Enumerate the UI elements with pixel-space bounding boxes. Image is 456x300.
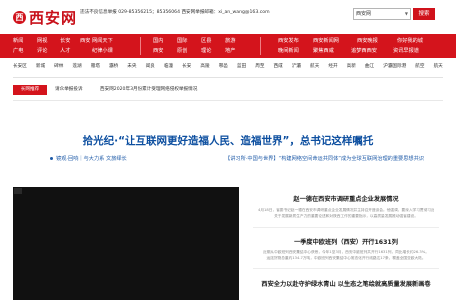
nav-item[interactable]: 网视 [37,38,47,45]
notice-bar: 长网推荐 请众举报投诉 西安网2020年3月份累计受理网络侵权举报情况 [13,85,443,95]
report-info: 违法不良信息举报 029-85356215；85356064 西安网举报邮箱：x… [80,9,270,16]
nav-item[interactable]: 广电 [13,48,23,55]
divider [253,268,439,269]
city-link[interactable]: 高新 [347,63,356,71]
news-title[interactable]: 赵一德在西安市调研重点企业发展情况 [246,195,446,204]
nav-item[interactable]: 新闻 [13,38,23,45]
city-link[interactable]: 临潼 [164,63,173,71]
nav-item[interactable]: 旅游 [225,38,235,45]
search-button[interactable]: 搜索 [413,8,435,20]
video-player[interactable] [13,187,239,300]
chevron-down-icon: ▼ [404,11,408,16]
logo-mark-icon: 西 [13,10,26,24]
nav-item[interactable]: 追梦西西安 [351,48,377,55]
logo-text: 西安网 [29,8,78,27]
notice-link[interactable]: 西安网2020年3月份累计受理网络侵权举报情况 [100,85,197,95]
city-link[interactable]: 鄠邑 [219,63,228,71]
search-scope-value: 西安网 [356,11,372,17]
nav-item[interactable]: 西安发布 [278,38,299,45]
city-link[interactable]: 沪灞国际港 [383,63,406,71]
city-link[interactable]: 未央 [127,63,136,71]
news-summary: 近期从中欧班列西安集结中心获悉，今年1至3月，西安中欧班列共开行1631列，同比… [263,250,429,254]
nav-item[interactable]: 纪律小课 [92,48,113,55]
video-thumbnail-icon [14,188,22,194]
news-title[interactable]: 西安全力以赴守护绿水青山 以生态之笔绘就高质量发展新画卷 [246,280,446,289]
city-link[interactable]: 灞桥 [109,63,118,71]
nav-item[interactable]: 资讯早报道 [393,48,419,55]
nav-item[interactable]: 人才 [60,48,70,55]
city-link[interactable]: 经开 [328,63,337,71]
headline-sub-link[interactable]: 【讲习所·中国与世界】“构建网络空间命运共同体”成为全球互联网治理的重要思想共识 [225,155,445,163]
main-nav: 新闻 网视 长安 西安 网闻天下 广电 评论 人才 纪律小课 国内 国际 区县 … [0,34,456,58]
site-logo[interactable]: 西 西安网 [13,7,77,27]
city-link[interactable]: 蓝田 [237,63,246,71]
city-link[interactable]: 航天 [434,63,443,71]
nav-item[interactable]: 你好我的城 [397,38,423,45]
search-scope-select[interactable]: 西安网 ▼ [353,8,411,20]
divider [13,100,443,101]
headline-title[interactable]: 拾光纪·“让互联网更好造福人民、造福世界”，总书记这样嘱托 [0,134,456,148]
city-link[interactable]: 莲湖 [72,63,81,71]
nav-item[interactable]: 聚焦西咸 [313,48,334,55]
nav-item[interactable]: 晚间新闻 [278,48,299,55]
nav-item[interactable]: 国际 [177,38,187,45]
city-link[interactable]: 浐灞 [292,63,301,71]
nav-item[interactable]: 西安 [153,48,163,55]
bullet-icon [50,157,53,160]
nav-item[interactable]: 评论 [37,48,47,55]
news-summary: 4月18日，省委书记赵一德在西安市调研重点企业发展情况并主持召开座谈会。他强调，… [258,208,434,212]
city-link[interactable]: 周至 [255,63,264,71]
report-line: 违法不良信息举报 029-85356215；85356064 西安网举报邮箱：x… [80,10,270,15]
city-link[interactable]: 阎良 [146,63,155,71]
nav-divider [260,37,261,55]
nav-item[interactable]: 西安晚报 [357,38,378,45]
top-bar: 西 西安网 违法不良信息举报 029-85356215；85356064 西安网… [0,0,456,34]
city-link[interactable]: 曲江 [365,63,374,71]
nav-item[interactable]: 区县 [201,38,211,45]
nav-item[interactable]: 西安 [80,38,90,45]
city-link[interactable]: 航空 [415,63,424,71]
city-link[interactable]: 长安 [182,63,191,71]
news-summary: 关于发展新质生产力的重要论述和对陕西工作的重要指示，以高质量发展推动强省建设。 [274,214,418,218]
city-link[interactable]: 航天 [310,63,319,71]
news-summary: 运送货物总重约134.7万吨，中欧班列西安集结中心常态化开行线路达17条，覆盖全… [266,256,426,260]
city-link[interactable]: 雁塔 [91,63,100,71]
city-link[interactable]: 高陵 [200,63,209,71]
city-strip: 长安区 新城 碑林 莲湖 雁塔 灞桥 未央 阎良 临潼 长安 高陵 鄠邑 蓝田 … [13,63,443,71]
nav-item[interactable]: 原创 [177,48,187,55]
city-link[interactable]: 碑林 [54,63,63,71]
notice-tag: 长网推荐 [13,85,47,95]
nav-item[interactable]: 地产 [225,48,235,55]
notice-link[interactable]: 请众举报投诉 [55,85,83,95]
city-link[interactable]: 新城 [36,63,45,71]
nav-item[interactable]: 理论 [201,48,211,55]
headline-sub-link[interactable]: 镜观·回响｜与大力系 文旅绎长 [56,155,127,163]
nav-item[interactable]: 长安 [60,38,70,45]
city-link[interactable]: 长安区 [13,63,27,71]
nav-divider [140,37,141,55]
city-link[interactable]: 西咸 [274,63,283,71]
nav-item[interactable]: 西安新闻网 [313,38,339,45]
divider [13,77,443,78]
news-title[interactable]: 一季度中欧班列（西安）开行1631列 [246,238,446,247]
nav-item[interactable]: 网闻天下 [92,38,113,45]
divider [253,227,439,228]
nav-item[interactable]: 国内 [153,38,163,45]
